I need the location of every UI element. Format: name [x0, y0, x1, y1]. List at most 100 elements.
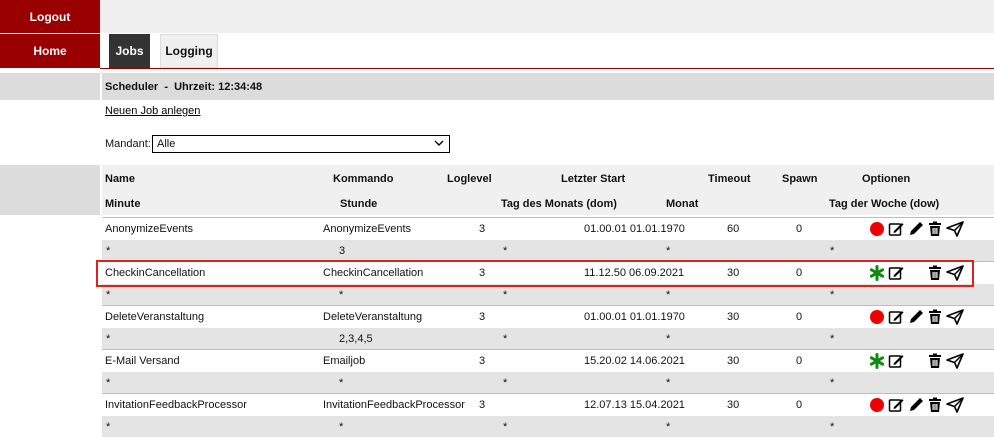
- table-row-schedule: [102, 284, 994, 305]
- table-row-schedule: [102, 372, 994, 393]
- job-kommando: AnonymizeEvents: [323, 223, 412, 235]
- job-letzter-start: 01.00.01 01.01.1970: [584, 223, 685, 235]
- job-minute: *: [106, 333, 111, 345]
- job-stunde: 2,3,4,5: [339, 333, 373, 345]
- job-dow: *: [830, 377, 835, 389]
- job-dom: *: [503, 289, 508, 301]
- table-row: [102, 218, 994, 240]
- job-spawn: 0: [796, 311, 803, 323]
- job-dow: *: [830, 333, 835, 345]
- job-stunde: *: [339, 421, 344, 433]
- job-letzter-start: 15.20.02 14.06.2021: [584, 355, 685, 367]
- send-icon[interactable]: [946, 353, 964, 369]
- col-timeout: Timeout: [708, 173, 751, 185]
- edit-icon[interactable]: [888, 397, 904, 413]
- job-stunde: *: [339, 377, 344, 389]
- top-bar: [100, 0, 994, 33]
- job-kommando: DeleteVeranstaltung: [323, 311, 423, 323]
- mandant-selected-value: Alle: [157, 138, 176, 150]
- job-timeout: 30: [727, 311, 740, 323]
- send-icon[interactable]: [946, 309, 964, 325]
- job-minute: *: [106, 421, 111, 433]
- job-name: DeleteVeranstaltung: [105, 311, 205, 323]
- job-kommando: Emailjob: [323, 355, 366, 367]
- col-tag-des-monats: Tag des Monats (dom): [501, 198, 617, 210]
- logout-button[interactable]: Logout: [0, 0, 100, 33]
- col-spawn: Spawn: [782, 173, 818, 185]
- edit-icon[interactable]: [888, 309, 904, 325]
- side-block: [0, 165, 100, 215]
- edit-icon[interactable]: [888, 221, 904, 237]
- mandant-label: Mandant:: [105, 138, 151, 150]
- job-name: E-Mail Versand: [105, 355, 180, 367]
- job-monat: *: [666, 333, 671, 345]
- job-minute: *: [106, 245, 111, 257]
- job-dow: *: [830, 289, 835, 301]
- job-dom: *: [503, 333, 508, 345]
- scheduler-title: Scheduler - Uhrzeit: 12:34:48: [105, 81, 263, 93]
- green-asterisk-icon[interactable]: [869, 353, 885, 369]
- job-timeout: 30: [727, 399, 740, 411]
- col-stunde: Stunde: [340, 198, 378, 210]
- new-job-link[interactable]: Neuen Job anlegen: [105, 105, 200, 117]
- edit-icon[interactable]: [888, 353, 904, 369]
- col-minute: Minute: [105, 198, 141, 210]
- col-tag-der-woche: Tag der Woche (dow): [829, 198, 940, 210]
- job-dom: *: [503, 245, 508, 257]
- job-dom: *: [503, 421, 508, 433]
- mandant-select[interactable]: Alle: [152, 135, 450, 153]
- trash-icon[interactable]: [927, 397, 943, 413]
- col-letzter-start: Letzter Start: [561, 173, 626, 185]
- job-letzter-start: 01.00.01 01.01.1970: [584, 311, 685, 323]
- job-name: AnonymizeEvents: [105, 223, 194, 235]
- trash-icon[interactable]: [927, 353, 943, 369]
- job-loglevel: 3: [479, 399, 486, 411]
- table-row-schedule: [102, 416, 994, 437]
- job-monat: *: [666, 245, 671, 257]
- job-spawn: 0: [796, 355, 803, 367]
- pencil-icon[interactable]: [908, 309, 924, 325]
- col-monat: Monat: [666, 198, 699, 210]
- pencil-icon[interactable]: [908, 221, 924, 237]
- tab-logging[interactable]: Logging: [160, 34, 218, 68]
- job-name: InvitationFeedbackProcessor: [105, 399, 247, 411]
- send-icon[interactable]: [946, 397, 964, 413]
- table-row: [102, 306, 994, 328]
- side-block: [0, 73, 100, 100]
- job-monat: *: [666, 421, 671, 433]
- table-row-schedule: [102, 328, 994, 349]
- table-row-schedule: [102, 240, 994, 261]
- job-spawn: 0: [796, 399, 803, 411]
- job-stunde: 3: [339, 245, 346, 257]
- job-timeout: 60: [727, 223, 740, 235]
- job-loglevel: 3: [479, 223, 486, 235]
- job-dow: *: [830, 421, 835, 433]
- red-dot-icon[interactable]: [870, 222, 886, 238]
- pencil-icon[interactable]: [908, 397, 924, 413]
- job-timeout: 30: [727, 355, 740, 367]
- trash-icon[interactable]: [927, 309, 943, 325]
- job-dom: *: [503, 377, 508, 389]
- job-kommando: InvitationFeedbackProcessor: [323, 399, 465, 411]
- home-button[interactable]: Home: [0, 34, 100, 68]
- job-monat: *: [666, 289, 671, 301]
- col-name: Name: [105, 173, 135, 185]
- job-monat: *: [666, 377, 671, 389]
- job-stunde: *: [339, 289, 344, 301]
- tab-jobs[interactable]: Jobs: [109, 34, 150, 68]
- highlight-box: [96, 260, 974, 287]
- col-kommando: Kommando: [333, 173, 394, 185]
- send-icon[interactable]: [946, 221, 964, 237]
- table-row: [102, 350, 994, 372]
- red-dot-icon[interactable]: [870, 310, 886, 326]
- red-dot-icon[interactable]: [870, 398, 886, 414]
- chevron-down-icon: [434, 138, 444, 151]
- col-optionen: Optionen: [862, 173, 911, 185]
- tabs-bar: [100, 33, 994, 69]
- job-minute: *: [106, 289, 111, 301]
- job-letzter-start: 12.07.13 15.04.2021: [584, 399, 685, 411]
- job-spawn: 0: [796, 223, 803, 235]
- job-loglevel: 3: [479, 355, 486, 367]
- job-dow: *: [830, 245, 835, 257]
- trash-icon[interactable]: [927, 221, 943, 237]
